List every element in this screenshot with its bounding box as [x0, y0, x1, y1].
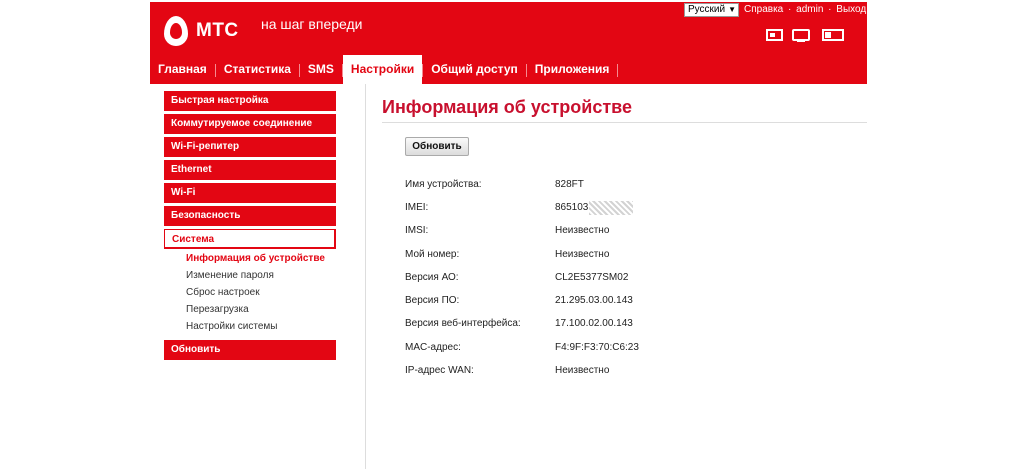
sidebar-item-wifi[interactable]: Wi-Fi [164, 183, 336, 203]
sidebar-item-security[interactable]: Безопасность [164, 206, 336, 226]
system-submenu: Информация об устройстве Изменение парол… [164, 250, 336, 335]
info-label: Имя устройства: [405, 179, 482, 190]
info-row-mac: MAC-адрес: F4:9F:F3:70:C6:23 [405, 341, 705, 355]
logo-text: МТС [196, 20, 239, 41]
top-links: Справка · admin · Выход [744, 4, 866, 15]
logout-link[interactable]: Выход [836, 4, 866, 15]
refresh-button[interactable]: Обновить [405, 137, 469, 156]
sidebar-item-wifi-repeater[interactable]: Wi-Fi-репитер [164, 137, 336, 157]
nav-statistics[interactable]: Статистика [216, 55, 299, 84]
sidebar-item-quick-setup[interactable]: Быстрая настройка [164, 91, 336, 111]
nav-settings[interactable]: Настройки [342, 55, 423, 84]
submenu-reboot[interactable]: Перезагрузка [164, 301, 336, 318]
page-title: Информация об устройстве [382, 97, 633, 117]
nav-sms[interactable]: SMS [300, 55, 342, 84]
info-value: Неизвестно [555, 225, 610, 236]
info-value: 828FT [555, 179, 584, 190]
info-label: MAC-адрес: [405, 342, 461, 353]
sidebar-item-update[interactable]: Обновить [164, 340, 336, 360]
user-link[interactable]: admin [796, 4, 823, 15]
info-value-imei: 865103 [555, 201, 634, 215]
info-row-hw-version: Версия АО: CL2E5377SM02 [405, 271, 705, 285]
title-underline [382, 122, 867, 123]
mts-egg-icon [164, 16, 188, 46]
header-banner: МТС на шаг впереди Русский ▼ Справка · a… [150, 2, 867, 84]
submenu-device-info[interactable]: Информация об устройстве [164, 250, 336, 267]
submenu-system-settings[interactable]: Настройки системы [164, 318, 336, 335]
info-label: IP-адрес WAN: [405, 365, 474, 376]
nav-sharing[interactable]: Общий доступ [423, 55, 526, 84]
info-row-imei: IMEI: 865103 [405, 201, 705, 215]
nav-home[interactable]: Главная [150, 55, 215, 84]
info-row-my-number: Мой номер: Неизвестно [405, 248, 705, 262]
sidebar-item-ethernet[interactable]: Ethernet [164, 160, 336, 180]
info-row-device-name: Имя устройства: 828FT [405, 178, 705, 192]
info-row-imsi: IMSI: Неизвестно [405, 224, 705, 238]
sim-card-icon [766, 29, 783, 41]
mts-logo[interactable]: МТС [164, 14, 239, 48]
info-row-wan-ip: IP-адрес WAN: Неизвестно [405, 364, 705, 378]
sidebar-item-dialup[interactable]: Коммутируемое соединение [164, 114, 336, 134]
sidebar-item-system[interactable]: Система [164, 229, 336, 249]
nav-apps[interactable]: Приложения [527, 55, 618, 84]
battery-icon [822, 29, 844, 41]
submenu-factory-reset[interactable]: Сброс настроек [164, 284, 336, 301]
chevron-down-icon: ▼ [728, 5, 736, 14]
info-value: CL2E5377SM02 [555, 272, 629, 283]
main-nav: Главная Статистика SMS Настройки Общий д… [150, 55, 619, 84]
info-label: Версия АО: [405, 272, 459, 283]
info-label: IMEI: [405, 202, 429, 213]
info-value: Неизвестно [555, 365, 610, 376]
language-select-value: Русский [688, 4, 726, 15]
info-value: Неизвестно [555, 249, 610, 260]
info-row-web-ui-version: Версия веб-интерфейса: 17.100.02.00.143 [405, 317, 705, 331]
monitor-icon [792, 29, 810, 42]
info-value: F4:9F:F3:70:C6:23 [555, 342, 639, 353]
slogan: на шаг впереди [261, 16, 363, 32]
info-label: Мой номер: [405, 249, 460, 260]
info-label: Версия веб-интерфейса: [405, 318, 521, 329]
router-web-ui: МТС на шаг впереди Русский ▼ Справка · a… [0, 0, 1024, 469]
top-link-separator: · [788, 4, 792, 15]
imei-value-text: 865103 [555, 202, 589, 213]
info-label: Версия ПО: [405, 295, 460, 306]
top-link-separator: · [828, 4, 832, 15]
status-icons [766, 29, 846, 43]
sidebar: Быстрая настройка Коммутируемое соединен… [164, 91, 336, 363]
redacted-blur [589, 201, 634, 215]
info-label: IMSI: [405, 225, 429, 236]
submenu-change-password[interactable]: Изменение пароля [164, 267, 336, 284]
help-link[interactable]: Справка [744, 4, 783, 15]
info-value: 17.100.02.00.143 [555, 318, 633, 329]
info-row-sw-version: Версия ПО: 21.295.03.00.143 [405, 294, 705, 308]
content-divider [365, 84, 366, 469]
nav-separator [617, 64, 619, 77]
language-select[interactable]: Русский ▼ [684, 3, 739, 17]
info-value: 21.295.03.00.143 [555, 295, 633, 306]
